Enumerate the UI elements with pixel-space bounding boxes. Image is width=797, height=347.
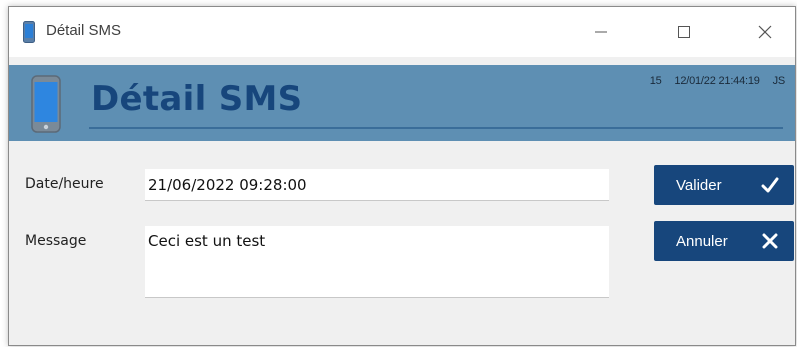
- title-bar: Détail SMS: [9, 7, 795, 57]
- phone-icon: [23, 21, 35, 43]
- maximize-icon: [678, 26, 690, 38]
- message-field[interactable]: Ceci est un test: [145, 226, 609, 298]
- phone-icon: [31, 75, 61, 133]
- checkmark-icon: [761, 177, 779, 193]
- title-underline: [89, 127, 783, 129]
- record-user: JS: [772, 75, 786, 87]
- message-label: Message: [25, 233, 87, 249]
- date-field[interactable]: [145, 169, 609, 201]
- close-x-icon: [762, 233, 778, 249]
- dialog-window: Détail SMS Détail SMS 15 12/01/22 21:44:…: [8, 6, 796, 346]
- minimize-icon: [595, 31, 607, 33]
- validate-button[interactable]: Valider: [654, 165, 794, 205]
- close-icon: [758, 25, 772, 39]
- window-title: Détail SMS: [46, 22, 122, 39]
- cancel-button[interactable]: Annuler: [654, 221, 794, 261]
- record-id: 15: [649, 75, 662, 87]
- date-label: Date/heure: [25, 176, 104, 192]
- record-timestamp: 12/01/22 21:44:19: [674, 75, 760, 87]
- close-window-button[interactable]: [750, 19, 780, 45]
- header-banner: Détail SMS 15 12/01/22 21:44:19 JS: [9, 65, 795, 141]
- cancel-button-label: Annuler: [676, 232, 728, 250]
- page-title: Détail SMS: [91, 79, 303, 119]
- validate-button-label: Valider: [676, 176, 722, 194]
- record-info: 15 12/01/22 21:44:19 JS: [640, 75, 786, 87]
- maximize-button[interactable]: [669, 19, 699, 45]
- minimize-button[interactable]: [586, 19, 616, 45]
